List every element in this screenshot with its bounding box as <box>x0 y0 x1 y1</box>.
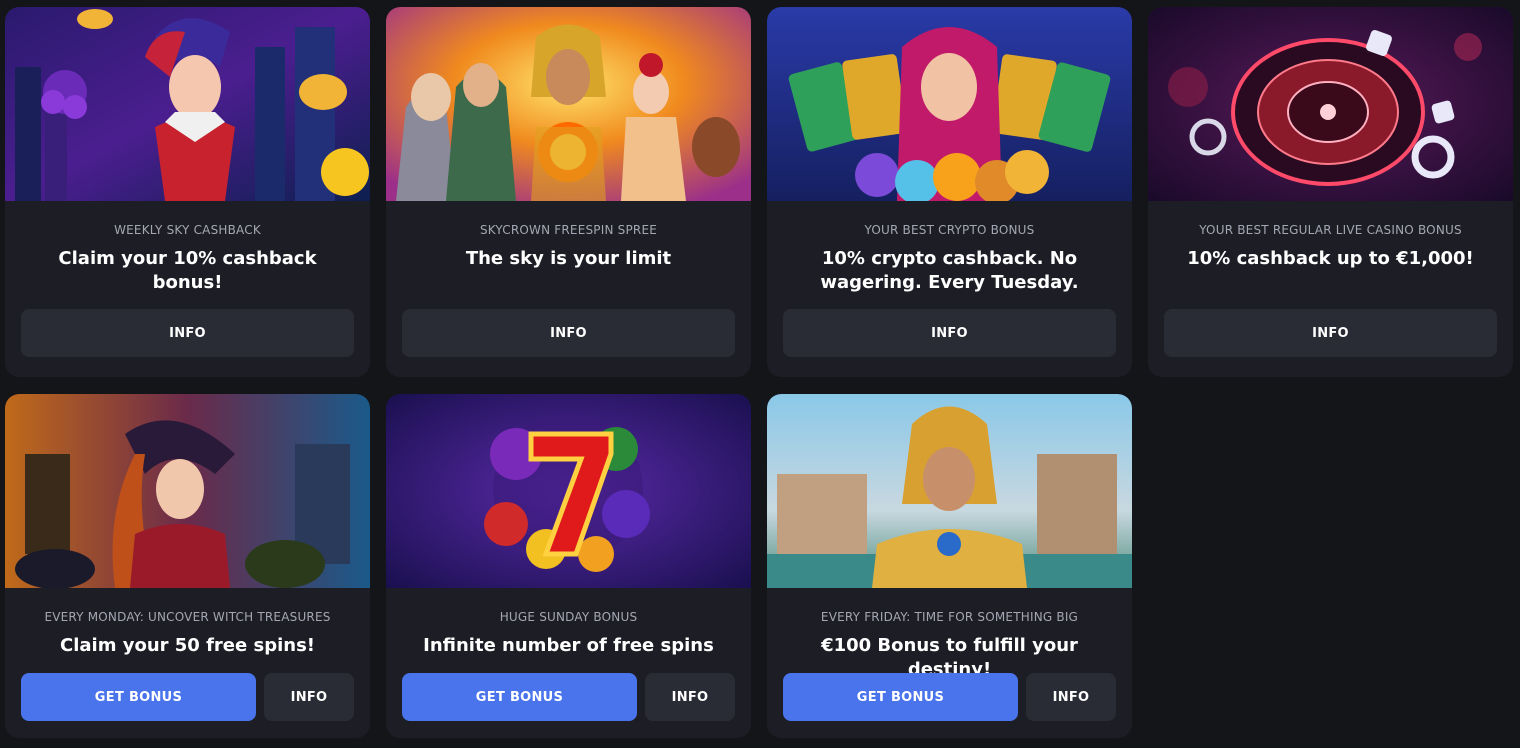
jester-woman-illustration[interactable] <box>5 7 370 201</box>
promo-eyebrow: EVERY FRIDAY: TIME FOR SOMETHING BIG <box>820 610 1079 624</box>
info-button[interactable]: INFO <box>1026 673 1116 721</box>
promo-headline: 10% cashback up to €1,000! <box>1187 248 1474 269</box>
promo-headline: 10% crypto cashback. No wagering. Every … <box>820 248 1079 293</box>
promo-eyebrow: WEEKLY SKY CASHBACK <box>114 223 261 237</box>
promo-eyebrow: YOUR BEST CRYPTO BONUS <box>864 223 1035 237</box>
promo-headline: The sky is your limit <box>465 248 672 269</box>
info-button[interactable]: INFO <box>783 309 1116 357</box>
promo-card-live-casino: YOUR BEST REGULAR LIVE CASINO BONUS 10% … <box>1148 7 1513 377</box>
promo-eyebrow: SKYCROWN FREESPIN SPREE <box>479 223 658 237</box>
get-bonus-button[interactable]: GET BONUS <box>402 673 637 721</box>
info-button[interactable]: INFO <box>645 673 735 721</box>
get-bonus-button[interactable]: GET BONUS <box>21 673 256 721</box>
promo-card-crypto-bonus: YOUR BEST CRYPTO BONUS 10% crypto cashba… <box>767 7 1132 377</box>
info-button[interactable]: INFO <box>402 309 735 357</box>
promo-card-witch-treasures: EVERY MONDAY: UNCOVER WITCH TREASURES Cl… <box>5 394 370 738</box>
promo-eyebrow: EVERY MONDAY: UNCOVER WITCH TREASURES <box>44 610 331 624</box>
roulette-wheel-illustration[interactable] <box>1148 7 1513 201</box>
promo-card-friday-bonus: EVERY FRIDAY: TIME FOR SOMETHING BIG €10… <box>767 394 1132 738</box>
promo-card-freespin-spree: SKYCROWN FREESPIN SPREE The sky is your … <box>386 7 751 377</box>
promo-card-sunday-bonus: HUGE SUNDAY BONUS Infinite number of fre… <box>386 394 751 738</box>
info-button[interactable]: INFO <box>264 673 354 721</box>
promo-headline: Claim your 50 free spins! <box>60 635 315 656</box>
promo-eyebrow: HUGE SUNDAY BONUS <box>499 610 638 624</box>
promo-headline: Claim your 10% cashback bonus! <box>58 248 317 293</box>
egyptian-queen-illustration[interactable] <box>767 394 1132 588</box>
promo-eyebrow: YOUR BEST REGULAR LIVE CASINO BONUS <box>1199 223 1462 237</box>
fortune-teller-crypto-coins-illustration[interactable] <box>767 7 1132 201</box>
witch-illustration[interactable] <box>5 394 370 588</box>
get-bonus-button[interactable]: GET BONUS <box>783 673 1018 721</box>
promo-card-weekly-cashback: WEEKLY SKY CASHBACK Claim your 10% cashb… <box>5 7 370 377</box>
info-button[interactable]: INFO <box>21 309 354 357</box>
info-button[interactable]: INFO <box>1164 309 1497 357</box>
promo-headline: Infinite number of free spins <box>423 635 714 656</box>
egyptian-and-asian-characters-illustration[interactable] <box>386 7 751 201</box>
lucky-seven-fruits-illustration[interactable] <box>386 394 751 588</box>
